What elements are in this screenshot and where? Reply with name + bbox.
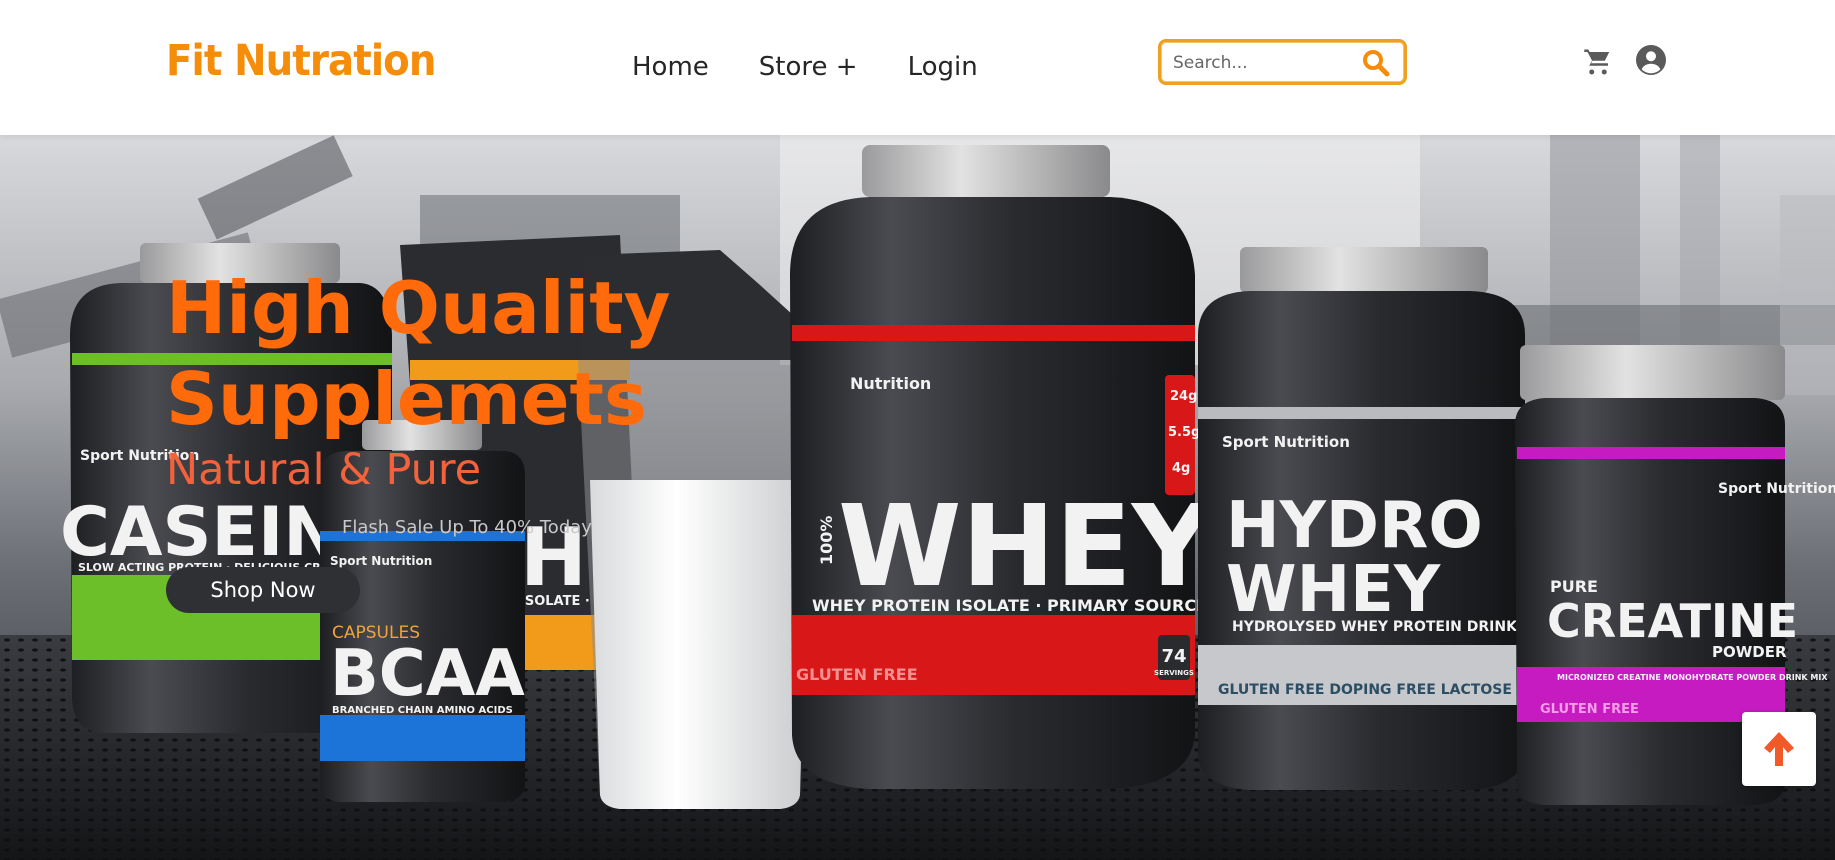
search-input[interactable] bbox=[1171, 50, 1351, 76]
site-header: Fit Nutration Home Store + Login bbox=[0, 0, 1835, 135]
bcaa-brand-text: Sport Nutrition bbox=[330, 554, 432, 568]
creatine-badge-text: GLUTEN FREE bbox=[1540, 702, 1639, 717]
creatine-sub2-text: POWDER bbox=[1712, 643, 1787, 661]
hydro-footer-text: GLUTEN FREE DOPING FREE LACTOSE FREE bbox=[1218, 682, 1556, 698]
nav-login[interactable]: Login bbox=[908, 52, 978, 82]
hero-subtitle: Natural & Pure bbox=[166, 445, 482, 495]
search-box bbox=[1158, 39, 1407, 85]
hero-title: High Quality Supplemets bbox=[166, 263, 866, 445]
hero-title-line-1: High Quality bbox=[166, 266, 671, 350]
nav-store[interactable]: Store + bbox=[759, 52, 858, 82]
hydro-line2-text: WHEY bbox=[1226, 553, 1441, 627]
nav-home[interactable]: Home bbox=[632, 52, 709, 82]
search-icon[interactable] bbox=[1361, 49, 1391, 77]
site-logo[interactable]: Fit Nutration bbox=[166, 36, 436, 86]
bcaa-tagline-text: BRANCHED CHAIN AMINO ACIDS bbox=[332, 705, 513, 716]
whey-servings-text: 74 bbox=[1161, 646, 1186, 667]
whey-servings-label: SERVINGS bbox=[1154, 669, 1194, 677]
whey-stat-3: 4g bbox=[1172, 461, 1190, 476]
account-icon[interactable] bbox=[1636, 45, 1666, 75]
whey-tagline-text: WHEY PROTEIN ISOLATE · PRIMARY SOURCE bbox=[812, 596, 1207, 615]
creatine-tagline-text: MICRONIZED CREATINE MONOHYDRATE POWDER D… bbox=[1557, 673, 1828, 682]
hero-banner: Sport Nutrition CASEIN SLOW ACTING PROTE… bbox=[0, 135, 1835, 860]
creatine-name-text: CREATINE bbox=[1547, 594, 1798, 648]
arrow-up-icon bbox=[1764, 732, 1794, 766]
shop-now-button[interactable]: Shop Now bbox=[166, 567, 360, 613]
whey-name-text: WHEY bbox=[838, 482, 1215, 612]
whey-prefix-text: 100% bbox=[817, 516, 836, 565]
back-to-top-button[interactable] bbox=[1742, 712, 1816, 786]
whey-stat-1: 24g bbox=[1170, 389, 1197, 404]
cart-icon[interactable] bbox=[1583, 47, 1613, 77]
flash-sale-text: Flash Sale Up To 40% Today bbox=[342, 517, 592, 538]
hero-title-line-2: Supplemets bbox=[166, 357, 647, 441]
hero-product-image: Sport Nutrition CASEIN SLOW ACTING PROTE… bbox=[0, 135, 1835, 860]
hydro-line1-text: HYDRO bbox=[1226, 489, 1483, 563]
whey-badge-text: GLUTEN FREE bbox=[796, 665, 918, 684]
bcaa-name-text: BCAA bbox=[330, 637, 525, 711]
creatine-brand-text: Sport Nutrition bbox=[1718, 481, 1835, 497]
main-nav: Home Store + Login bbox=[632, 52, 1028, 82]
hydro-brand-text: Sport Nutrition bbox=[1222, 433, 1350, 451]
whey-stat-2: 5.5g bbox=[1168, 425, 1200, 440]
